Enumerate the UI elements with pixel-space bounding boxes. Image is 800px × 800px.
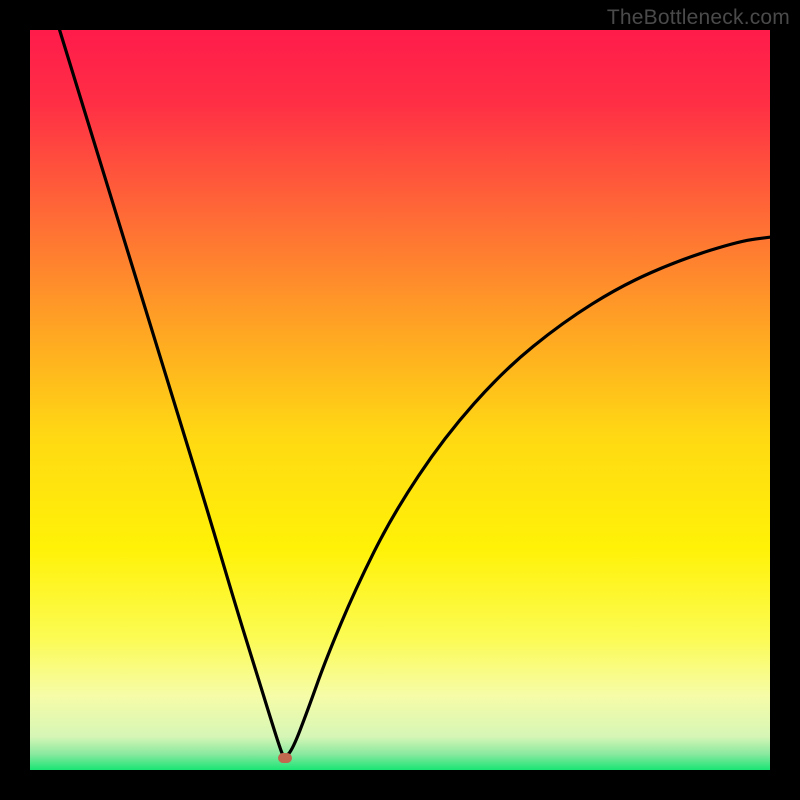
bottleneck-curve [30, 30, 770, 770]
chart-frame [30, 30, 770, 770]
watermark-text: TheBottleneck.com [607, 6, 790, 30]
optimal-point-marker [278, 753, 292, 763]
